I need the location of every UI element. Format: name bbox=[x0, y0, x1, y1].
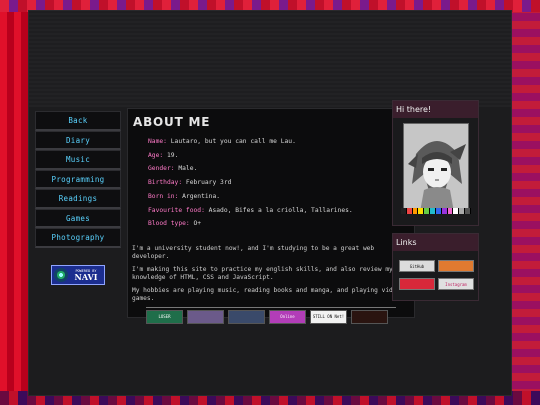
fact-key: Gender: bbox=[148, 165, 175, 173]
fact-key: Blood type: bbox=[148, 220, 190, 228]
nav-item-back[interactable]: Back bbox=[35, 111, 121, 131]
fact-favourite-food: Favourite food: Asado, Bifes a la crioll… bbox=[148, 204, 353, 218]
nav-item-music[interactable]: Music bbox=[35, 150, 121, 170]
nav-item-photography[interactable]: Photography bbox=[35, 228, 121, 248]
fact-name: Name: Lautaro, but you can call me Lau. bbox=[148, 135, 353, 149]
fact-value: Lautaro, but you can call me Lau. bbox=[166, 138, 296, 145]
fact-age: Age: 19. bbox=[148, 149, 353, 163]
fact-blood-type: Blood type: O+ bbox=[148, 217, 353, 231]
fact-value: O+ bbox=[189, 220, 202, 228]
github-link[interactable]: GitHub bbox=[399, 260, 435, 272]
nav-item-diary[interactable]: Diary bbox=[35, 130, 121, 150]
fact-key: Birthday: bbox=[148, 179, 183, 187]
fact-value: Male. bbox=[174, 165, 198, 173]
fact-value: 19. bbox=[163, 151, 179, 159]
web-button-3[interactable] bbox=[228, 310, 265, 324]
badge-text: POWERED BY NAVI bbox=[68, 269, 104, 282]
hi-there-box: Hi there! bbox=[392, 100, 479, 226]
divider bbox=[146, 307, 396, 308]
site-purpose-paragraph: I'm making this site to practice my engl… bbox=[132, 266, 393, 281]
link-button-2[interactable] bbox=[438, 260, 474, 272]
link-button-3[interactable] bbox=[399, 278, 435, 290]
web-button-loser[interactable]: LOSER bbox=[146, 310, 183, 324]
fact-key: Born in: bbox=[148, 192, 179, 200]
background-right bbox=[512, 0, 540, 405]
powered-by-navi-badge[interactable]: POWERED BY NAVI bbox=[51, 265, 105, 285]
fact-key: Age: bbox=[148, 151, 164, 159]
web-button-2[interactable] bbox=[187, 310, 224, 324]
badge-big-text: NAVI bbox=[74, 271, 98, 282]
header-banner bbox=[29, 11, 511, 107]
facts-list: Name: Lautaro, but you can call me Lau. … bbox=[148, 135, 353, 231]
background-left bbox=[0, 0, 30, 405]
fact-value: February 3rd bbox=[182, 179, 232, 187]
fact-value: Asado, Bifes a la criolla, Tallarines. bbox=[204, 206, 353, 214]
sidebar-nav: Back Diary Music Programming Readings Ga… bbox=[35, 111, 121, 248]
web-buttons-row: LOSER Online STILL ON Net! bbox=[146, 310, 388, 324]
fact-key: Name: bbox=[148, 138, 167, 145]
fact-key: Favourite food: bbox=[148, 206, 205, 214]
fact-birthday: Birthday: February 3rd bbox=[148, 176, 353, 190]
web-button-online[interactable]: Online bbox=[269, 310, 306, 324]
fact-value: Argentina. bbox=[178, 192, 221, 200]
hi-there-title: Hi there! bbox=[393, 101, 478, 118]
avatar-portrait-image bbox=[403, 123, 469, 211]
links-box: Links GitHub Instagram bbox=[392, 233, 479, 301]
navi-logo-icon bbox=[54, 268, 68, 282]
nav-item-games[interactable]: Games bbox=[35, 208, 121, 228]
links-title: Links bbox=[393, 234, 478, 251]
about-me-panel: ABOUT ME Name: Lautaro, but you can call… bbox=[127, 108, 415, 324]
web-button-still-on-net[interactable]: STILL ON Net! bbox=[310, 310, 347, 324]
nav-item-readings[interactable]: Readings bbox=[35, 189, 121, 209]
hobbies-paragraph: My hobbies are playing music, reading bo… bbox=[132, 287, 401, 302]
web-button-6[interactable] bbox=[351, 310, 388, 324]
instagram-link[interactable]: Instagram bbox=[438, 278, 474, 290]
fact-gender: Gender: Male. bbox=[148, 162, 353, 176]
pixel-color-strip bbox=[401, 208, 471, 214]
page-title: ABOUT ME bbox=[133, 115, 211, 129]
intro-paragraph: I'm a university student now!, and I'm s… bbox=[132, 245, 375, 260]
fact-born-in: Born in: Argentina. bbox=[148, 190, 353, 204]
nav-item-programming[interactable]: Programming bbox=[35, 169, 121, 189]
